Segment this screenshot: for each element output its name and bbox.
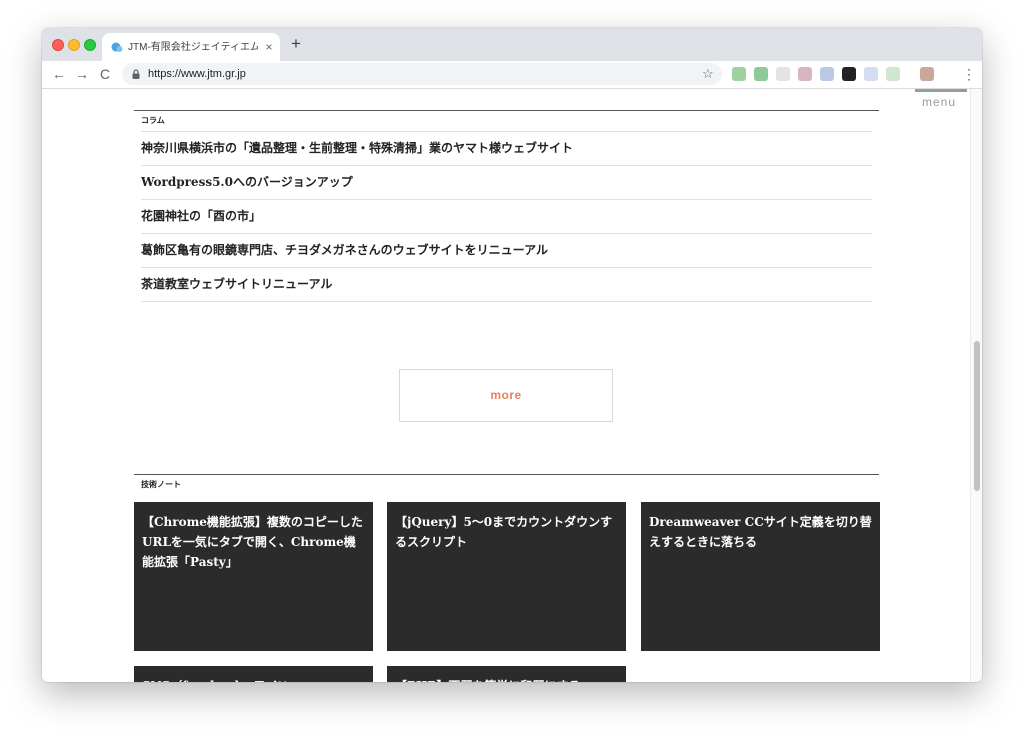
browser-window: JTM-有限会社ジェイティエム [W × + ← → C https://www… [42,28,982,682]
tech-article-card[interactable]: 【PHP】西暦を簡単に和暦にする [387,666,626,682]
window-maximize-button[interactable] [84,39,96,51]
url-text: https://www.jtm.gr.jp [148,68,246,80]
extension-icon[interactable] [798,67,812,81]
lock-icon [132,69,140,79]
site-favicon-icon [111,42,123,52]
back-button[interactable]: ← [51,66,67,82]
column-list-item[interactable]: Wordpress5.0へのバージョンアップ [141,165,872,199]
new-tab-button[interactable]: + [288,35,304,52]
column-heading: コラム [141,116,165,125]
extension-icon[interactable] [820,67,834,81]
tech-heading: 技術ノート [141,480,181,489]
extension-icon[interactable] [886,67,900,81]
page-viewport: menu コラム 神奈川県横浜市の「遺品整理・生前整理・特殊清掃」業のヤマト様ウ… [42,89,982,682]
column-list-item[interactable]: 神奈川県横浜市の「遺品整理・生前整理・特殊清掃」業のヤマト様ウェブサイト [141,131,872,165]
scrollbar-thumb[interactable] [974,341,980,491]
site-menu-button[interactable]: menu [922,95,956,109]
window-minimize-button[interactable] [68,39,80,51]
browser-tab[interactable]: JTM-有限会社ジェイティエム [W × [102,33,280,61]
column-list-item[interactable]: 葛飾区亀有の眼鏡専門店、チヨダメガネさんのウェブサイトをリニューアル [141,233,872,267]
profile-avatar-icon[interactable] [920,67,934,81]
tab-strip: JTM-有限会社ジェイティエム [W × + [42,28,982,61]
tech-article-card[interactable]: SNS（facebook、Twitter [134,666,373,682]
page-scrollbar[interactable] [970,89,982,682]
extension-icon[interactable] [864,67,878,81]
tech-article-card[interactable]: 【Chrome機能拡張】複数のコピーしたURLを一気にタブで開く、Chrome機… [134,502,373,651]
column-list: 神奈川県横浜市の「遺品整理・生前整理・特殊清掃」業のヤマト様ウェブサイト Wor… [141,131,872,302]
tab-close-icon[interactable]: × [262,40,276,54]
bookmark-star-icon[interactable]: ☆ [702,66,714,82]
extension-icon[interactable] [732,67,746,81]
reload-button[interactable]: C [97,66,113,82]
tech-article-card[interactable]: 【jQuery】5〜0までカウントダウンするスクリプト [387,502,626,651]
extension-icon[interactable] [776,67,790,81]
column-list-item[interactable]: 花園神社の「酉の市」 [141,199,872,233]
browser-toolbar: ← → C https://www.jtm.gr.jp ☆ ⋮ [42,61,982,89]
tech-section-header: 技術ノート [134,474,879,495]
browser-menu-icon[interactable]: ⋮ [962,66,976,82]
tab-title: JTM-有限会社ジェイティエム [W [128,42,258,53]
tech-article-card[interactable]: Dreamweaver CCサイト定義を切り替えするときに落ちる [641,502,880,651]
column-list-item[interactable]: 茶道教室ウェブサイトリニューアル [141,267,872,302]
extension-icon[interactable] [754,67,768,81]
menu-bar-decoration [915,89,967,92]
address-bar[interactable]: https://www.jtm.gr.jp ☆ [122,63,722,85]
checkmark-extension-icon[interactable] [842,67,856,81]
column-section-header: コラム [134,110,879,131]
window-close-button[interactable] [52,39,64,51]
more-button[interactable]: more [399,369,613,422]
forward-button[interactable]: → [74,66,90,82]
